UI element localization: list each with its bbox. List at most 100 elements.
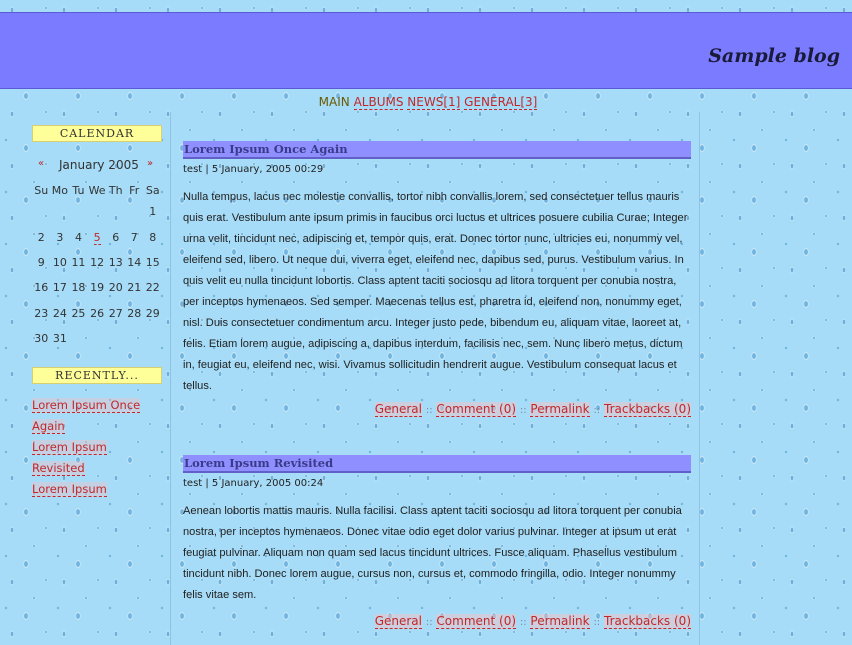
nav-main[interactable]: MAIN bbox=[319, 95, 350, 109]
recent-posts-list: Lorem Ipsum Once Again Lorem Ipsum Revis… bbox=[32, 395, 147, 500]
post-permalink-link[interactable]: Permalink bbox=[530, 402, 590, 417]
separator: :: bbox=[593, 617, 601, 628]
blog-title[interactable]: Sample blog bbox=[708, 45, 840, 67]
calendar-day-number: 29 bbox=[145, 306, 160, 320]
post-entry: Lorem Ipsum Once Again test | 5 January,… bbox=[183, 141, 691, 417]
calendar-day: 9 bbox=[32, 250, 50, 275]
post-body: Aenean lobortis mattis mauris. Nulla fac… bbox=[183, 505, 682, 601]
recent-post-link[interactable]: Lorem Ipsum Once Again bbox=[32, 398, 141, 434]
calendar-day-link[interactable]: 5 bbox=[93, 230, 101, 245]
calendar-day: 10 bbox=[50, 250, 69, 275]
calendar-weekday: Th bbox=[108, 183, 123, 197]
post-category-link[interactable]: General bbox=[374, 402, 422, 417]
calendar-day-number: 8 bbox=[149, 230, 157, 244]
post-footer: General :: Comment (0) :: Permalink :: T… bbox=[183, 614, 691, 629]
calendar-day bbox=[88, 199, 107, 224]
calendar-day-number: 12 bbox=[90, 255, 105, 269]
calendar-week-row: 1 bbox=[32, 199, 162, 224]
calendar-day-number: 3 bbox=[56, 230, 64, 244]
post-title[interactable]: Lorem Ipsum Revisited bbox=[183, 455, 691, 473]
post-category-link[interactable]: General bbox=[374, 614, 422, 629]
nav-general[interactable]: GENERAL[3] bbox=[464, 95, 538, 110]
main-nav: MAIN ALBUMS NEWS[1] GENERAL[3] bbox=[0, 95, 852, 110]
calendar-day-number: 7 bbox=[130, 230, 138, 244]
calendar-day bbox=[32, 199, 50, 224]
calendar-month-label: January 2005 bbox=[59, 158, 139, 172]
calendar-day: 21 bbox=[125, 275, 143, 300]
calendar-day-number: 9 bbox=[37, 255, 45, 269]
calendar-day-number: 22 bbox=[145, 281, 160, 295]
calendar-day: 28 bbox=[125, 301, 143, 326]
calendar-day: 4 bbox=[69, 224, 87, 249]
calendar-day: 15 bbox=[143, 250, 162, 275]
post-comments-link[interactable]: Comment (0) bbox=[436, 614, 517, 629]
calendar-day: 20 bbox=[106, 275, 124, 300]
post-trackbacks-link[interactable]: Trackbacks (0) bbox=[604, 614, 691, 629]
calendar-day-number: 19 bbox=[90, 281, 105, 295]
calendar-day: 8 bbox=[143, 224, 162, 249]
calendar-day-number: 23 bbox=[34, 306, 49, 320]
calendar-day-number: 24 bbox=[52, 306, 67, 320]
calendar-week-row: 23 24 25 26 27 28 29 bbox=[32, 301, 162, 326]
calendar-day: 30 bbox=[32, 326, 50, 351]
separator: :: bbox=[425, 617, 433, 628]
calendar-grid: Su Mo Tu We Th Fr Sa 1 2 3 4 5 6 7 8 9 10 11 12 13 14 15 16 17… bbox=[32, 181, 162, 351]
calendar-next-arrow-icon[interactable]: » bbox=[147, 158, 153, 169]
calendar-day-number: 10 bbox=[52, 255, 67, 269]
calendar-day bbox=[69, 326, 87, 351]
calendar-day: 24 bbox=[50, 301, 69, 326]
calendar-weekday: Fr bbox=[129, 183, 140, 197]
calendar-day-number: 17 bbox=[52, 281, 67, 295]
calendar-day bbox=[125, 326, 143, 351]
calendar-weekday: Tu bbox=[72, 183, 85, 197]
recent-heading: RECENTLY... bbox=[32, 367, 162, 384]
calendar-day: 22 bbox=[143, 275, 162, 300]
recent-post-link[interactable]: Lorem Ipsum Revisited bbox=[32, 440, 107, 476]
calendar-week-row: 30 31 bbox=[32, 326, 162, 351]
separator: :: bbox=[425, 405, 433, 416]
calendar-day: 19 bbox=[88, 275, 107, 300]
recent-post-item: Lorem Ipsum Once Again bbox=[32, 395, 147, 437]
calendar-day: 17 bbox=[50, 275, 69, 300]
post-footer: General :: Comment (0) :: Permalink :: T… bbox=[183, 402, 691, 417]
calendar-day: 5 bbox=[88, 224, 107, 249]
calendar-day: 29 bbox=[143, 301, 162, 326]
recent-post-link[interactable]: Lorem Ipsum bbox=[32, 482, 107, 497]
calendar-day-number: 21 bbox=[127, 281, 142, 295]
calendar-day-number: 30 bbox=[34, 332, 49, 346]
calendar-weekday: Su bbox=[34, 183, 49, 197]
calendar-day: 31 bbox=[50, 326, 69, 351]
nav-news[interactable]: NEWS[1] bbox=[407, 95, 461, 110]
calendar-day: 27 bbox=[106, 301, 124, 326]
calendar-day-number: 2 bbox=[37, 230, 45, 244]
calendar-day: 14 bbox=[125, 250, 143, 275]
calendar-day: 16 bbox=[32, 275, 50, 300]
calendar-days: 1 2 3 4 5 6 7 8 9 10 11 12 13 14 15 16 17 18 19 20 21 22 23 24 2… bbox=[32, 199, 162, 351]
calendar-day: 2 bbox=[32, 224, 50, 249]
nav-albums[interactable]: ALBUMS bbox=[353, 95, 404, 110]
calendar-day-number: 31 bbox=[52, 332, 67, 346]
top-strip bbox=[0, 0, 852, 12]
recent-post-item: Lorem Ipsum bbox=[32, 479, 147, 500]
calendar-day-number: 27 bbox=[108, 306, 123, 320]
calendar-day: 12 bbox=[88, 250, 107, 275]
post-comments-link[interactable]: Comment (0) bbox=[436, 402, 517, 417]
calendar-day-number: 25 bbox=[71, 306, 86, 320]
post-title[interactable]: Lorem Ipsum Once Again bbox=[183, 141, 691, 159]
post-meta: test | 5 January, 2005 00:24 bbox=[183, 478, 324, 489]
calendar-week-row: 2345678 bbox=[32, 224, 162, 249]
post-trackbacks-link[interactable]: Trackbacks (0) bbox=[604, 402, 691, 417]
calendar-day bbox=[125, 199, 143, 224]
calendar-weekday: We bbox=[88, 183, 106, 197]
separator: :: bbox=[593, 405, 601, 416]
calendar-day-number: 6 bbox=[112, 230, 120, 244]
calendar-day: 3 bbox=[50, 224, 69, 249]
calendar-prev-arrow-icon[interactable]: « bbox=[38, 158, 44, 169]
calendar-day-number: 15 bbox=[145, 255, 160, 269]
calendar-day-number: 11 bbox=[71, 255, 86, 269]
post-permalink-link[interactable]: Permalink bbox=[530, 614, 590, 629]
calendar-day: 11 bbox=[69, 250, 87, 275]
separator: :: bbox=[519, 405, 527, 416]
calendar-weekday-row: Su Mo Tu We Th Fr Sa bbox=[32, 181, 162, 199]
calendar-day-number: 18 bbox=[71, 281, 86, 295]
